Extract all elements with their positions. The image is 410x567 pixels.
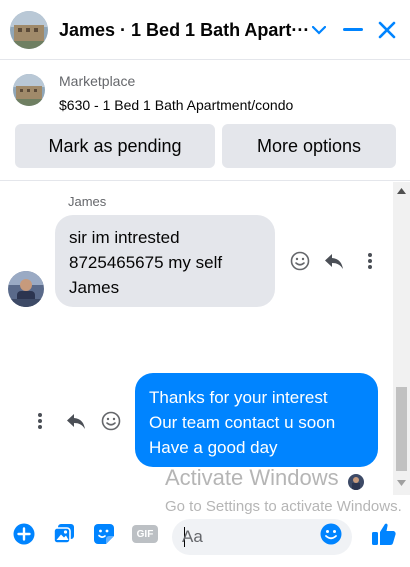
seller-avatar[interactable] [10, 11, 48, 49]
more-options-button[interactable]: More options [222, 124, 396, 168]
emoji-icon[interactable] [319, 522, 343, 546]
sender-avatar[interactable] [8, 271, 44, 307]
message-line: James [69, 278, 120, 297]
more-vertical-icon[interactable] [358, 249, 382, 273]
message-line: 8725465675 my self [69, 253, 223, 272]
close-icon[interactable] [371, 14, 403, 46]
chevron-down-icon[interactable] [303, 14, 335, 46]
message-composer: GIF [0, 509, 410, 567]
photo-icon[interactable] [52, 522, 76, 546]
scroll-up-arrow-icon[interactable] [397, 188, 406, 194]
message-line: Thanks for your interest [149, 388, 328, 407]
scroll-thumb[interactable] [396, 387, 407, 471]
minimize-icon[interactable] [337, 14, 369, 46]
read-receipt-avatar [348, 474, 364, 490]
outgoing-message[interactable]: Thanks for your interest Our team contac… [135, 373, 378, 467]
gif-label: GIF [132, 525, 158, 543]
listing-title[interactable]: $630 - 1 Bed 1 Bath Apartment/condo [59, 97, 293, 113]
message-line: Our team contact u soon [149, 413, 336, 432]
mark-as-pending-button[interactable]: Mark as pending [15, 124, 215, 168]
scroll-down-arrow-icon[interactable] [397, 480, 406, 486]
activate-windows-watermark: Activate Windows [165, 465, 339, 490]
activate-windows-hint: Go to Settings to activate Windows. [165, 498, 402, 515]
chat-header: James · 1 Bed 1 Bath Apart··· [0, 0, 410, 60]
reply-icon[interactable] [64, 409, 88, 433]
marketplace-card: Marketplace $630 - 1 Bed 1 Bath Apartmen… [0, 61, 410, 181]
listing-thumbnail[interactable] [13, 74, 45, 106]
react-smiley-icon[interactable] [99, 409, 123, 433]
gif-icon[interactable]: GIF [131, 522, 159, 546]
sender-name: James [68, 194, 107, 209]
chat-scrollbar[interactable] [393, 182, 410, 495]
more-vertical-icon[interactable] [28, 409, 52, 433]
message-input[interactable] [182, 519, 322, 555]
marketplace-label: Marketplace [59, 73, 136, 89]
chat-title[interactable]: James · 1 Bed 1 Bath Apart··· [59, 20, 309, 41]
plus-circle-icon[interactable] [12, 522, 36, 546]
message-line: Have a good day [149, 438, 278, 457]
react-smiley-icon[interactable] [288, 249, 312, 273]
message-thread[interactable]: James sir im intrested 8725465675 my sel… [0, 182, 410, 495]
reply-icon[interactable] [322, 249, 346, 273]
incoming-message[interactable]: sir im intrested 8725465675 my self Jame… [55, 215, 275, 307]
sticker-icon[interactable] [92, 522, 116, 546]
thumbs-up-icon[interactable] [370, 520, 398, 548]
message-line: sir im intrested [69, 228, 180, 247]
